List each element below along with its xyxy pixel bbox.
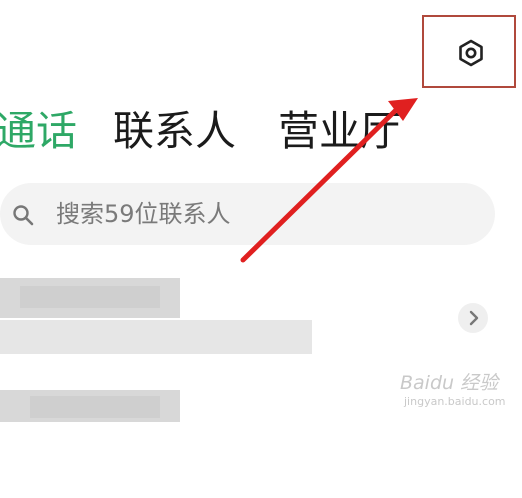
search-icon bbox=[13, 205, 34, 226]
search-bar[interactable]: 搜索59位联系人 bbox=[0, 183, 495, 245]
search-placeholder: 搜索59位联系人 bbox=[56, 200, 231, 228]
settings-button[interactable] bbox=[456, 38, 486, 68]
blurred-subtitle bbox=[0, 320, 312, 354]
blurred-name-detail bbox=[30, 396, 160, 418]
chevron-right-icon bbox=[469, 310, 479, 326]
tab-contacts[interactable]: 联系人 bbox=[113, 105, 236, 157]
tab-calls[interactable]: 通话 bbox=[0, 105, 77, 157]
watermark: Baidu 经验 jingyan.baidu.com bbox=[398, 366, 516, 416]
watermark-logo: Baidu 经验 bbox=[400, 372, 499, 394]
settings-hexagon-icon bbox=[459, 39, 483, 67]
blurred-name-detail bbox=[20, 286, 160, 308]
tab-business-hall[interactable]: 营业厅 bbox=[278, 105, 401, 157]
details-button[interactable] bbox=[458, 303, 488, 333]
watermark-url: jingyan.baidu.com bbox=[404, 395, 506, 408]
